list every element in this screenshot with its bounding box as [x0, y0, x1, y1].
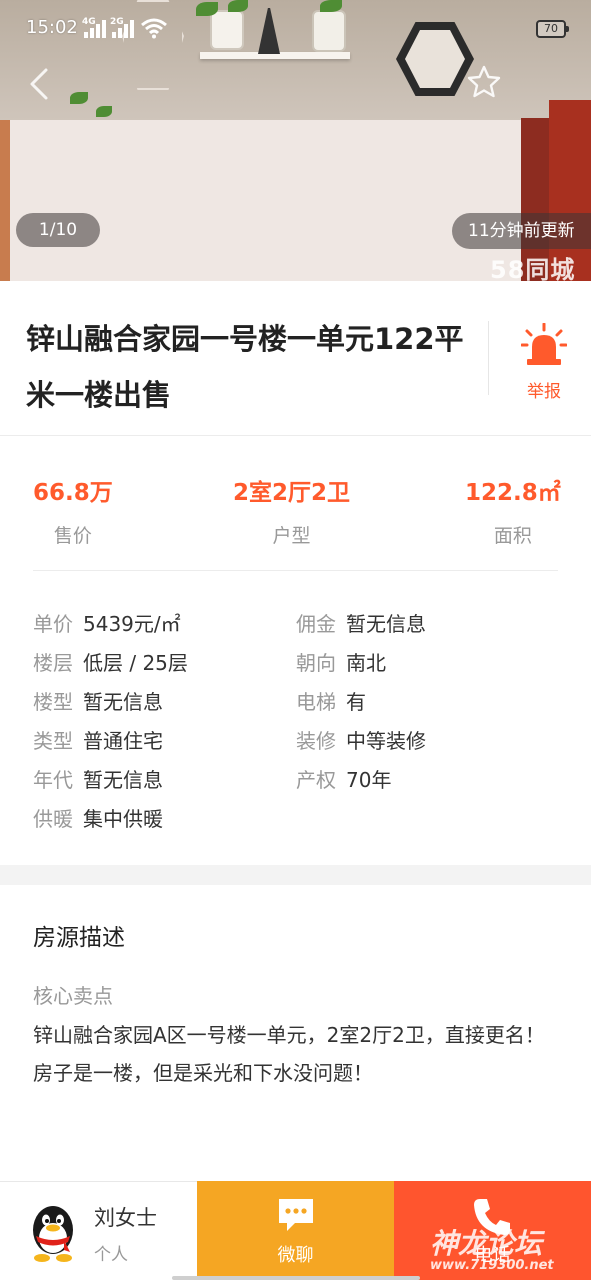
detail-row: 装修 中等装修	[296, 725, 426, 753]
stat-value: 122.8㎡	[465, 480, 561, 506]
stat-layout: 2室2厅2卫 户型	[233, 473, 350, 548]
photo-leaf	[96, 106, 112, 117]
detail-key: 产权	[296, 768, 336, 792]
detail-row: 佣金 暂无信息	[296, 608, 426, 636]
wifi-icon	[140, 17, 168, 39]
photo-watermark: 58同城	[490, 256, 576, 281]
detail-row: 年代 暂无信息	[33, 764, 163, 792]
stat-label: 面积	[493, 525, 532, 547]
detail-value: 暂无信息	[83, 690, 163, 714]
detail-value: 南北	[346, 651, 386, 675]
description-title: 房源描述	[33, 925, 125, 951]
detail-value: 普通住宅	[83, 729, 163, 753]
chat-label: 微聊	[277, 1245, 314, 1266]
description-body: 锌山融合家园A区一号楼一单元，2室2厅2卫，直接更名！房子是一楼，但是采光和下水…	[33, 1023, 545, 1085]
title-divider	[488, 321, 489, 395]
status-time: 15:02	[26, 17, 78, 38]
photo-leaf	[70, 92, 88, 104]
qq-penguin-avatar	[33, 1206, 73, 1262]
listing-title-section: 锌山融合家园一号楼一单元122平米一楼出售 举报	[0, 281, 591, 436]
agent-name: 刘女士	[94, 1206, 157, 1230]
detail-row: 产权 70年	[296, 764, 391, 792]
section-divider	[0, 865, 591, 885]
detail-row: 朝向 南北	[296, 647, 386, 675]
detail-key: 电梯	[296, 690, 336, 714]
report-button[interactable]: 举报	[510, 322, 578, 403]
updated-time-badge: 11分钟前更新	[452, 213, 591, 249]
detail-key: 楼层	[33, 651, 73, 675]
description-subtitle: 核心卖点	[33, 984, 113, 1008]
detail-key: 朝向	[296, 651, 336, 675]
detail-key: 类型	[33, 729, 73, 753]
chat-bubble-icon	[279, 1199, 313, 1231]
agent-type: 个人	[94, 1245, 128, 1265]
detail-row: 楼层 低层 / 25层	[33, 647, 188, 675]
detail-value: 中等装修	[346, 729, 426, 753]
detail-row: 楼型 暂无信息	[33, 686, 163, 714]
photo-counter: 1/10	[16, 213, 100, 247]
detail-key: 供暖	[33, 807, 73, 831]
alarm-light-icon	[520, 322, 568, 365]
detail-key: 楼型	[33, 690, 73, 714]
agent-card[interactable]: 刘女士 个人	[0, 1181, 197, 1280]
detail-value: 5439元/㎡	[83, 612, 181, 636]
call-button[interactable]: 电话	[394, 1181, 591, 1280]
detail-key: 单价	[33, 612, 73, 636]
star-icon[interactable]	[466, 64, 502, 100]
phone-icon	[474, 1199, 510, 1235]
detail-row: 单价 5439元/㎡	[33, 608, 181, 636]
stat-value: 2室2厅2卫	[233, 480, 351, 506]
stat-label: 户型	[272, 525, 311, 547]
detail-value: 70年	[346, 768, 392, 792]
bottom-action-bar: 刘女士 个人 微聊 电话	[0, 1181, 591, 1280]
status-bar: 15:02 4G 2G 70	[0, 0, 591, 60]
photo-wall	[0, 120, 521, 281]
home-indicator[interactable]	[172, 1276, 420, 1280]
detail-key: 装修	[296, 729, 336, 753]
detail-row: 电梯有	[296, 686, 366, 714]
chat-button[interactable]: 微聊	[197, 1181, 394, 1280]
report-label: 举报	[527, 382, 561, 402]
back-arrow-icon[interactable]	[24, 66, 54, 102]
battery-icon: 70	[536, 20, 569, 38]
photo-wall-edge	[0, 120, 10, 281]
key-stats: 66.8万 售价 2室2厅2卫 户型 122.8㎡ 面积	[33, 437, 561, 571]
detail-value: 暂无信息	[83, 768, 163, 792]
listing-title: 锌山融合家园一号楼一单元122平米一楼出售	[26, 322, 464, 412]
stat-area: 122.8㎡ 面积	[465, 473, 561, 548]
detail-value: 集中供暖	[83, 807, 163, 831]
detail-key: 佣金	[296, 612, 336, 636]
stat-price: 66.8万 售价	[33, 473, 113, 548]
detail-row: 类型 普通住宅	[33, 725, 163, 753]
signal-2-icon	[112, 20, 136, 38]
signal-1-icon	[84, 20, 108, 38]
stat-label: 售价	[53, 525, 92, 547]
detail-row: 供暖 集中供暖	[33, 803, 163, 831]
detail-value: 低层 / 25层	[83, 651, 188, 675]
detail-key: 年代	[33, 768, 73, 792]
detail-value: 有	[346, 690, 366, 714]
call-label: 电话	[474, 1245, 511, 1266]
stat-value: 66.8万	[33, 480, 113, 506]
detail-value: 暂无信息	[346, 612, 426, 636]
